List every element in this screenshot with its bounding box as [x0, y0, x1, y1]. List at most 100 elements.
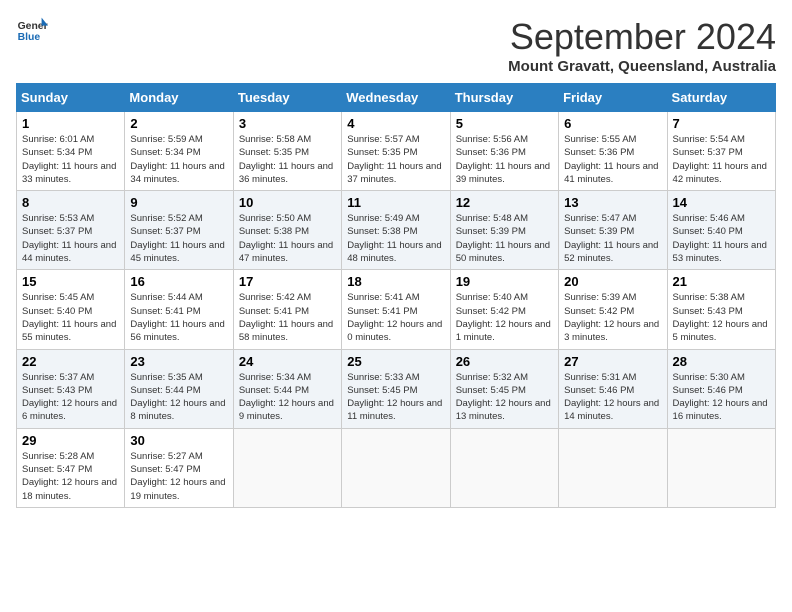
day-number: 23 — [130, 354, 227, 369]
calendar-cell: 16 Sunrise: 5:44 AMSunset: 5:41 PMDayligh… — [125, 270, 233, 349]
title-block: September 2024 Mount Gravatt, Queensland… — [508, 16, 776, 75]
calendar-week-4: 22 Sunrise: 5:37 AMSunset: 5:43 PMDayligh… — [17, 349, 776, 428]
day-info: Sunrise: 5:57 AMSunset: 5:35 PMDaylight:… — [347, 133, 444, 186]
calendar-cell: 1 Sunrise: 6:01 AMSunset: 5:34 PMDaylight… — [17, 112, 125, 191]
day-info: Sunrise: 5:45 AMSunset: 5:40 PMDaylight:… — [22, 291, 119, 344]
day-number: 21 — [673, 274, 770, 289]
day-number: 26 — [456, 354, 553, 369]
calendar-cell: 10 Sunrise: 5:50 AMSunset: 5:38 PMDayligh… — [233, 191, 341, 270]
weekday-header-tuesday: Tuesday — [233, 84, 341, 112]
calendar-cell — [342, 428, 450, 507]
day-info: Sunrise: 5:33 AMSunset: 5:45 PMDaylight:… — [347, 371, 444, 424]
calendar-cell: 20 Sunrise: 5:39 AMSunset: 5:42 PMDayligh… — [559, 270, 667, 349]
day-number: 16 — [130, 274, 227, 289]
day-number: 10 — [239, 195, 336, 210]
day-info: Sunrise: 5:30 AMSunset: 5:46 PMDaylight:… — [673, 371, 770, 424]
day-number: 22 — [22, 354, 119, 369]
page-header: General Blue September 2024 Mount Gravat… — [16, 16, 776, 75]
weekday-header-friday: Friday — [559, 84, 667, 112]
calendar-cell — [450, 428, 558, 507]
calendar-cell: 3 Sunrise: 5:58 AMSunset: 5:35 PMDaylight… — [233, 112, 341, 191]
day-number: 8 — [22, 195, 119, 210]
calendar-week-2: 8Sunrise: 5:53 AMSunset: 5:37 PMDaylight… — [17, 191, 776, 270]
day-info: Sunrise: 5:37 AMSunset: 5:43 PMDaylight:… — [22, 371, 119, 424]
day-info: Sunrise: 5:59 AMSunset: 5:34 PMDaylight:… — [130, 133, 227, 186]
weekday-header-saturday: Saturday — [667, 84, 775, 112]
logo: General Blue — [16, 16, 48, 44]
calendar-cell: 17 Sunrise: 5:42 AMSunset: 5:41 PMDayligh… — [233, 270, 341, 349]
svg-text:Blue: Blue — [18, 32, 41, 43]
day-number: 20 — [564, 274, 661, 289]
day-number: 12 — [456, 195, 553, 210]
calendar-week-3: 15Sunrise: 5:45 AMSunset: 5:40 PMDayligh… — [17, 270, 776, 349]
calendar-cell: 15Sunrise: 5:45 AMSunset: 5:40 PMDayligh… — [17, 270, 125, 349]
weekday-header-row: SundayMondayTuesdayWednesdayThursdayFrid… — [17, 84, 776, 112]
calendar-cell: 24 Sunrise: 5:34 AMSunset: 5:44 PMDayligh… — [233, 349, 341, 428]
day-info: Sunrise: 5:55 AMSunset: 5:36 PMDaylight:… — [564, 133, 661, 186]
day-number: 7 — [673, 116, 770, 131]
day-number: 29 — [22, 433, 119, 448]
day-number: 14 — [673, 195, 770, 210]
day-number: 17 — [239, 274, 336, 289]
day-info: Sunrise: 5:27 AMSunset: 5:47 PMDaylight:… — [130, 450, 227, 503]
day-number: 9 — [130, 195, 227, 210]
calendar-cell — [667, 428, 775, 507]
day-info: Sunrise: 5:50 AMSunset: 5:38 PMDaylight:… — [239, 212, 336, 265]
day-number: 13 — [564, 195, 661, 210]
day-info: Sunrise: 5:35 AMSunset: 5:44 PMDaylight:… — [130, 371, 227, 424]
day-number: 18 — [347, 274, 444, 289]
day-info: Sunrise: 5:49 AMSunset: 5:38 PMDaylight:… — [347, 212, 444, 265]
calendar-cell: 5Sunrise: 5:56 AMSunset: 5:36 PMDaylight… — [450, 112, 558, 191]
day-number: 27 — [564, 354, 661, 369]
calendar-cell: 14 Sunrise: 5:46 AMSunset: 5:40 PMDayligh… — [667, 191, 775, 270]
day-info: Sunrise: 5:58 AMSunset: 5:35 PMDaylight:… — [239, 133, 336, 186]
day-number: 25 — [347, 354, 444, 369]
calendar-cell: 7 Sunrise: 5:54 AMSunset: 5:37 PMDaylight… — [667, 112, 775, 191]
day-info: Sunrise: 5:42 AMSunset: 5:41 PMDaylight:… — [239, 291, 336, 344]
day-number: 11 — [347, 195, 444, 210]
calendar-cell — [233, 428, 341, 507]
calendar-table: SundayMondayTuesdayWednesdayThursdayFrid… — [16, 83, 776, 508]
day-number: 30 — [130, 433, 227, 448]
calendar-cell — [559, 428, 667, 507]
calendar-week-5: 29Sunrise: 5:28 AMSunset: 5:47 PMDayligh… — [17, 428, 776, 507]
day-info: Sunrise: 5:34 AMSunset: 5:44 PMDaylight:… — [239, 371, 336, 424]
day-info: Sunrise: 5:46 AMSunset: 5:40 PMDaylight:… — [673, 212, 770, 265]
calendar-cell: 28Sunrise: 5:30 AMSunset: 5:46 PMDayligh… — [667, 349, 775, 428]
day-info: Sunrise: 5:40 AMSunset: 5:42 PMDaylight:… — [456, 291, 553, 344]
calendar-cell: 13Sunrise: 5:47 AMSunset: 5:39 PMDayligh… — [559, 191, 667, 270]
month-title: September 2024 — [508, 16, 776, 58]
calendar-cell: 26 Sunrise: 5:32 AMSunset: 5:45 PMDayligh… — [450, 349, 558, 428]
calendar-cell: 21 Sunrise: 5:38 AMSunset: 5:43 PMDayligh… — [667, 270, 775, 349]
calendar-cell: 23 Sunrise: 5:35 AMSunset: 5:44 PMDayligh… — [125, 349, 233, 428]
day-number: 24 — [239, 354, 336, 369]
day-number: 19 — [456, 274, 553, 289]
calendar-cell: 19 Sunrise: 5:40 AMSunset: 5:42 PMDayligh… — [450, 270, 558, 349]
day-info: Sunrise: 5:54 AMSunset: 5:37 PMDaylight:… — [673, 133, 770, 186]
day-info: Sunrise: 6:01 AMSunset: 5:34 PMDaylight:… — [22, 133, 119, 186]
weekday-header-sunday: Sunday — [17, 84, 125, 112]
day-info: Sunrise: 5:31 AMSunset: 5:46 PMDaylight:… — [564, 371, 661, 424]
day-info: Sunrise: 5:32 AMSunset: 5:45 PMDaylight:… — [456, 371, 553, 424]
day-info: Sunrise: 5:38 AMSunset: 5:43 PMDaylight:… — [673, 291, 770, 344]
day-number: 2 — [130, 116, 227, 131]
calendar-cell: 11 Sunrise: 5:49 AMSunset: 5:38 PMDayligh… — [342, 191, 450, 270]
calendar-cell: 25 Sunrise: 5:33 AMSunset: 5:45 PMDayligh… — [342, 349, 450, 428]
calendar-cell: 6Sunrise: 5:55 AMSunset: 5:36 PMDaylight… — [559, 112, 667, 191]
calendar-cell: 27 Sunrise: 5:31 AMSunset: 5:46 PMDayligh… — [559, 349, 667, 428]
weekday-header-thursday: Thursday — [450, 84, 558, 112]
weekday-header-wednesday: Wednesday — [342, 84, 450, 112]
day-number: 1 — [22, 116, 119, 131]
location-title: Mount Gravatt, Queensland, Australia — [508, 58, 776, 75]
logo-icon: General Blue — [16, 16, 48, 44]
calendar-week-1: 1 Sunrise: 6:01 AMSunset: 5:34 PMDaylight… — [17, 112, 776, 191]
day-info: Sunrise: 5:39 AMSunset: 5:42 PMDaylight:… — [564, 291, 661, 344]
calendar-cell: 22 Sunrise: 5:37 AMSunset: 5:43 PMDayligh… — [17, 349, 125, 428]
day-number: 4 — [347, 116, 444, 131]
calendar-cell: 29Sunrise: 5:28 AMSunset: 5:47 PMDayligh… — [17, 428, 125, 507]
calendar-cell: 18Sunrise: 5:41 AMSunset: 5:41 PMDayligh… — [342, 270, 450, 349]
day-number: 3 — [239, 116, 336, 131]
calendar-cell: 30 Sunrise: 5:27 AMSunset: 5:47 PMDayligh… — [125, 428, 233, 507]
day-info: Sunrise: 5:44 AMSunset: 5:41 PMDaylight:… — [130, 291, 227, 344]
weekday-header-monday: Monday — [125, 84, 233, 112]
